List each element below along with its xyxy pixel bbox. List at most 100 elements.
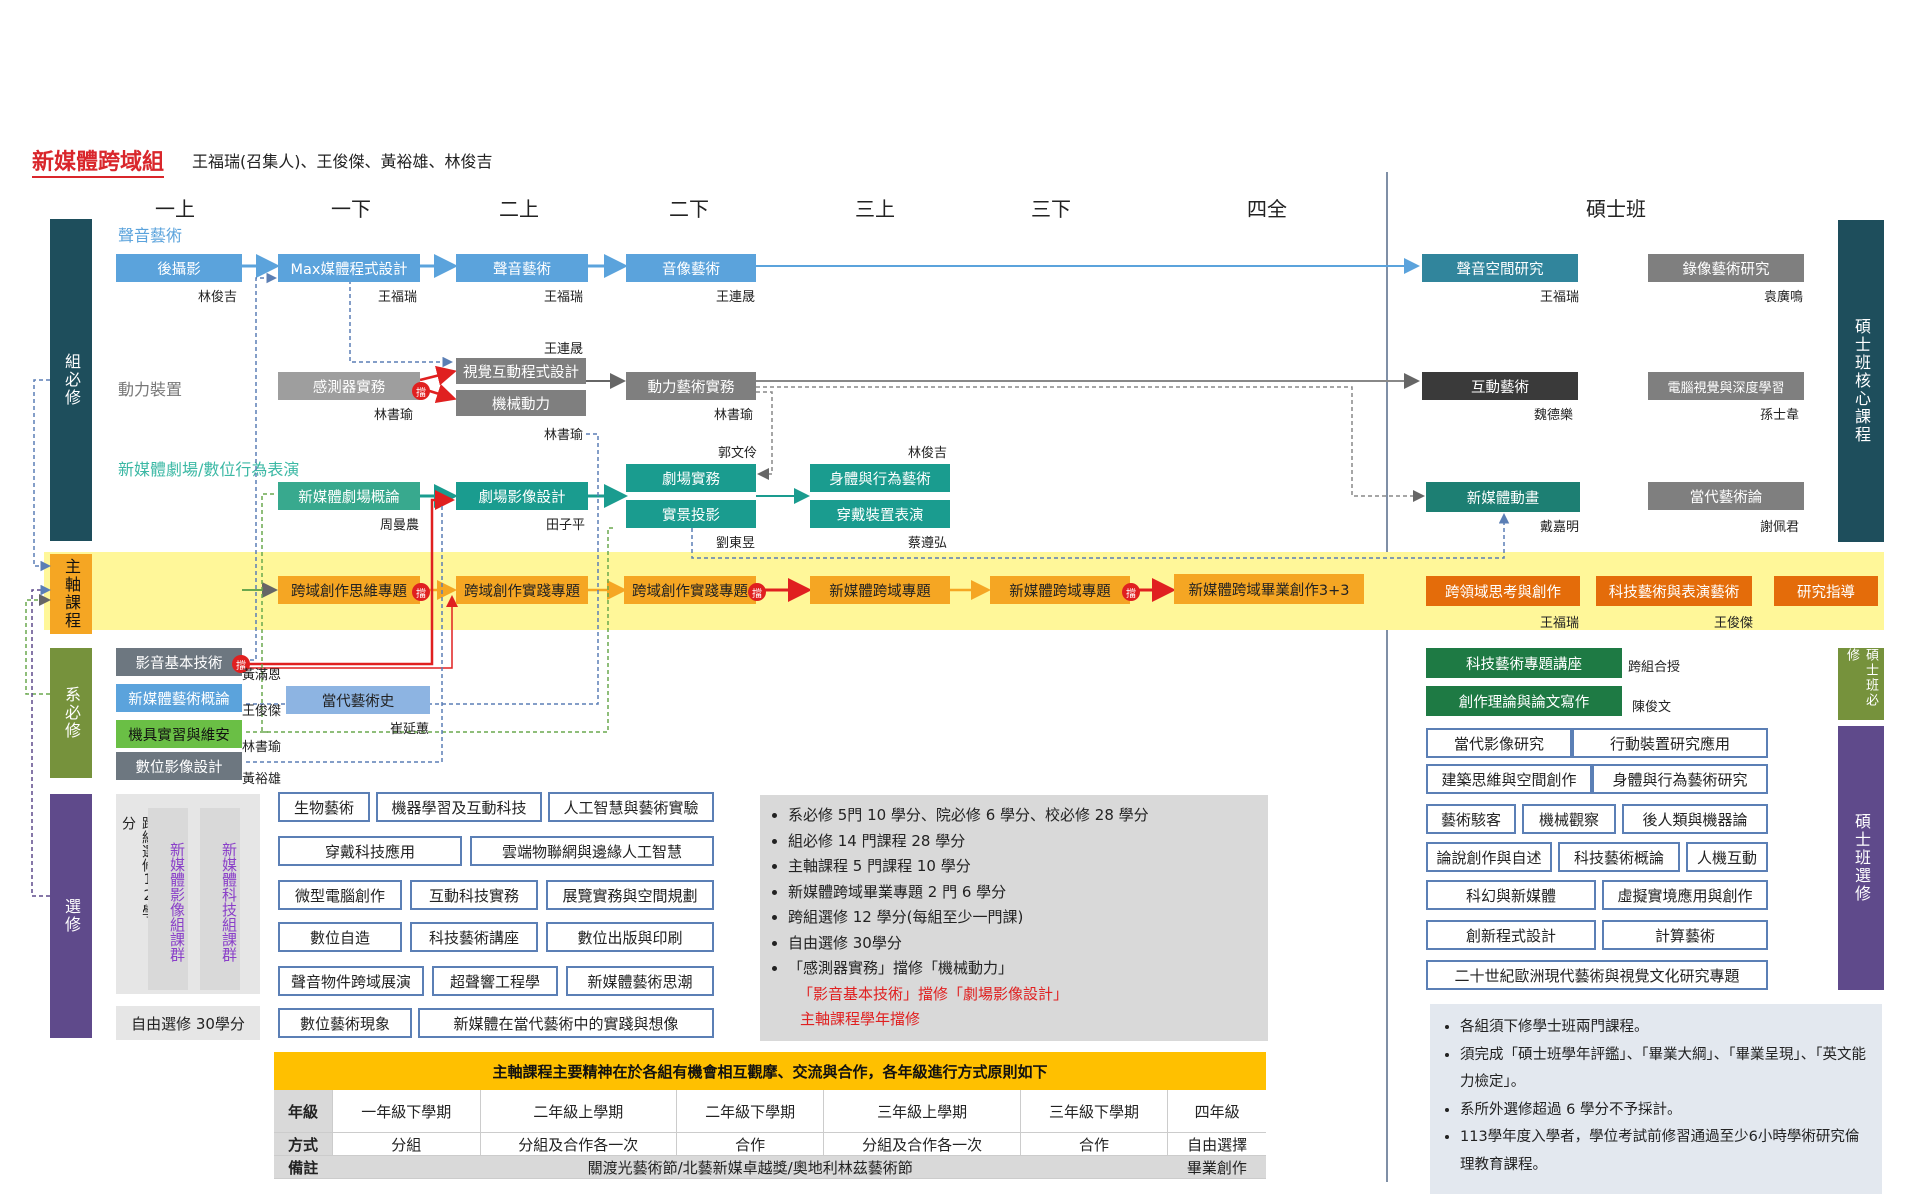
dash-elective-axis [31,584,51,897]
teacher: 劉東昱 [716,536,756,551]
teacher: 袁廣鳴 [1764,290,1804,305]
cluster-tech-group: 新媒體科技組課群 [200,808,240,990]
table-row-label: 方式 [274,1132,333,1156]
axis-course-4: 新媒體跨域專題 [810,576,950,604]
note-item: 須完成「碩士班學年評鑑」、「畢業大綱」、「畢業呈現」、「英文能力檢定」。 [1460,1042,1870,1097]
teacher: 蔡遵弘 [908,536,948,551]
elective-course: 科技藝術講座 [410,922,538,952]
table-cell: 合作 [1019,1132,1168,1156]
table-cell: 合作 [675,1132,824,1156]
master-elective-course: 論說創作與自述 [1426,842,1552,872]
table-cell: 分組及合作各一次 [823,1132,1021,1156]
course-digital-image: 數位影像設計 [116,752,242,780]
axis-course-2: 跨域創作實踐專題 [456,576,588,604]
teacher: 林書瑜 [544,428,584,443]
master-elective-course: 藝術駭客 [1426,804,1516,834]
dash-machine-theater [261,493,276,733]
main-axis-table: 主軸課程主要精神在於各組有機會相互觀摩、交流與合作，各年級進行方式原則如下 年級… [274,1052,1266,1179]
teacher: 郭文伶 [718,446,758,461]
block-badge: 擋 [1122,583,1140,601]
elective-course: 機器學習及互動科技 [376,792,542,822]
block-badge: 擋 [412,583,430,601]
teacher: 王俊傑 [1714,616,1754,631]
table-cell: 分組 [332,1132,481,1156]
course-recordart: 錄像藝術研究 [1648,254,1804,282]
teacher: 陳俊文 [1632,700,1672,715]
course-tech-lecture: 科技藝術專題講座 [1426,648,1622,678]
master-elective-course: 建築思維與空間創作 [1426,764,1592,794]
table-header-cell: 二年級下學期 [675,1090,824,1133]
course-soundart: 聲音藝術 [456,254,588,282]
cluster-image-group: 新媒體影像組課群 [148,808,188,990]
course-stage-practice: 劇場實務 [626,464,756,492]
teacher: 黃滿恩 [242,668,282,683]
note-item: 各組須下修學士班兩門課程。 [1460,1014,1870,1042]
elective-course: 穿戴科技應用 [278,836,462,866]
teacher: 林書瑜 [242,740,282,755]
table-cell: 畢業創作 [1167,1155,1266,1179]
table-cell: 分組及合作各一次 [479,1132,677,1156]
master-elective-course: 當代影像研究 [1426,728,1572,758]
course-theater-image: 劇場影像設計 [456,482,588,510]
course-machine-safety: 機具實習與維安 [116,720,242,748]
teacher: 周曼農 [380,518,420,533]
note-item: 113學年度入學者，學位考試前修習通過至少6小時學術研究倫理教育課程。 [1460,1124,1870,1179]
master-elective-course: 人機互動 [1686,842,1768,872]
master-elective-course: 行動裝置研究應用 [1572,728,1768,758]
table-row-label: 備註 [274,1155,333,1179]
elective-course: 展覽實務與空間規劃 [546,880,714,910]
rule-item: 自由選修 30學分 [788,931,1268,957]
course-theater-intro: 新媒體劇場概論 [278,482,420,510]
master-elective-course: 計算藝術 [1602,920,1768,950]
teacher: 王連晟 [544,342,584,357]
free-elective: 自由選修 30學分 [116,1006,260,1040]
rule-item: 組必修 14 門課程 28 學分 [788,829,1268,855]
teacher: 林俊吉 [908,446,948,461]
elective-course: 人工智慧與藝術實驗 [548,792,714,822]
dash-dept-axis [25,594,51,695]
course-sensor: 感測器實務 [278,372,420,400]
rule-item: 主軸課程 5 門課程 10 學分 [788,854,1268,880]
axis-course-8: 科技藝術與表演藝術 [1596,576,1752,606]
elective-course: 數位出版與印刷 [546,922,714,952]
main-axis-grid: 年級 一年級下學期 二年級上學期 二年級下學期 三年級上學期 三年級下學期 四年… [274,1090,1266,1179]
course-nm-intro: 新媒體藝術概論 [116,684,242,712]
dash-kinetic-stage [756,391,773,480]
teacher: 跨組合授 [1628,660,1681,675]
block-badge: 擋 [412,382,430,400]
credit-rules-panel: 系必修 5門 10 學分、院必修 6 學分、校必修 28 學分 組必修 14 門… [760,795,1268,1041]
master-notes-panel: 各組須下修學士班兩門課程。 須完成「碩士班學年評鑑」、「畢業大綱」、「畢業呈現」… [1430,1004,1882,1194]
elective-course: 新媒體在當代藝術中的實踐與想像 [418,1008,714,1038]
course-visual-interactive: 視覺互動程式設計 [456,358,586,384]
teacher: 田子平 [546,518,586,533]
block-badge: 擋 [748,583,766,601]
course-contemporary-history: 當代藝術史 [286,686,430,714]
master-elective-course: 虛擬實境應用與創作 [1602,880,1768,910]
axis-course-5: 新媒體跨域專題 [990,576,1130,604]
teacher: 王福瑞 [1540,616,1580,631]
axis-course-3: 跨域創作實踐專題 [624,576,756,604]
table-header-cell: 一年級下學期 [332,1090,481,1133]
course-cv: 電腦視覺與深度學習 [1648,372,1804,400]
elective-course: 新媒體藝術思潮 [566,966,714,996]
course-wearable: 穿戴裝置表演 [810,500,950,528]
master-elective-course: 機械觀察 [1522,804,1616,834]
table-header-cell: 年級 [274,1090,333,1133]
teacher: 王俊傑 [242,704,282,719]
teacher: 林俊吉 [198,290,238,305]
axis-course-6: 新媒體跨域畢業創作3+3 [1174,574,1364,604]
teacher: 王福瑞 [1540,290,1580,305]
teacher: 林書瑜 [714,408,754,423]
teacher: 王福瑞 [544,290,584,305]
course-projection: 實景投影 [626,500,756,528]
elective-course: 微型電腦創作 [278,880,402,910]
elective-course: 聲音物件跨域展演 [278,966,424,996]
course-interactive-art: 互動藝術 [1422,372,1578,400]
teacher: 黃裕雄 [242,772,282,787]
table-header-cell: 二年級上學期 [479,1090,677,1133]
note-item: 系所外選修超過 6 學分不予採計。 [1460,1097,1870,1125]
course-av-basics: 影音基本技術 [116,648,242,676]
arrow-sensor-visual [419,365,457,386]
teacher: 戴嘉明 [1540,520,1580,535]
master-elective-course: 創新程式設計 [1426,920,1596,950]
